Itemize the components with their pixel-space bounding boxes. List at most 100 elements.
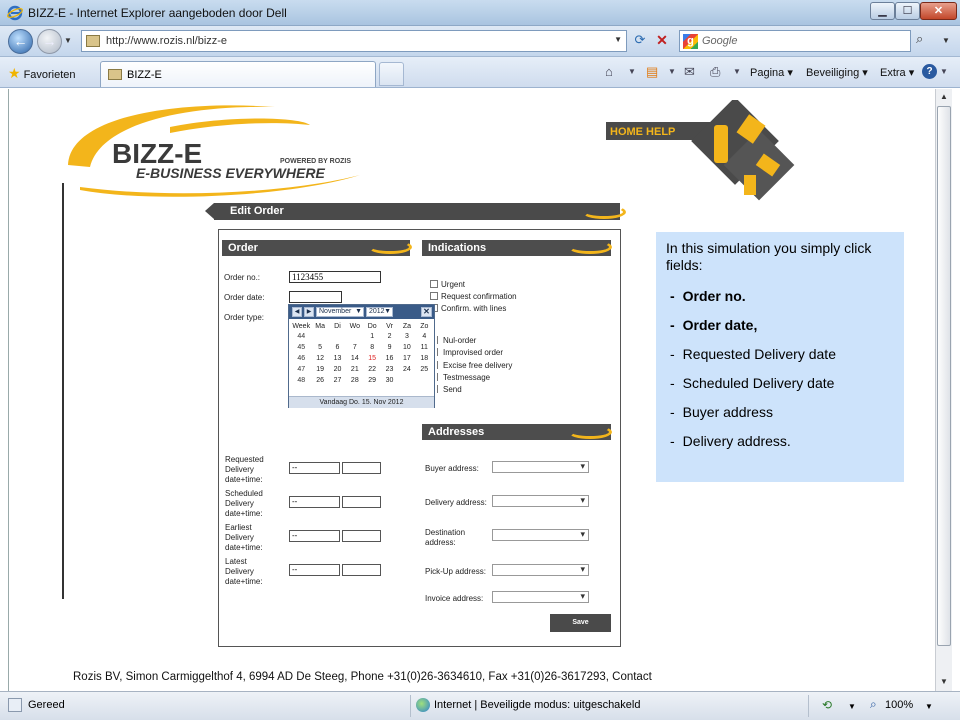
calendar-day[interactable]: 26 [311, 375, 328, 386]
destination-address-select[interactable] [492, 529, 589, 541]
buyer-address-select[interactable] [492, 461, 589, 473]
calendar-day[interactable]: 14 [346, 353, 363, 364]
calendar-day[interactable]: 8 [364, 342, 381, 353]
calendar-day[interactable]: 11 [416, 342, 433, 353]
indication-confirm-with-lines[interactable]: Confirm. with lines [430, 304, 506, 314]
checkbox[interactable] [437, 385, 440, 393]
home-icon[interactable]: ⌂ [605, 64, 613, 79]
calendar-day[interactable]: 7 [346, 342, 363, 353]
indication-nul-order[interactable]: Nul-order [437, 336, 476, 346]
checkbox[interactable] [437, 361, 440, 369]
indication-request-confirmation[interactable]: Request confirmation [430, 292, 517, 302]
stop-icon[interactable]: ✕ [652, 32, 672, 52]
calendar-day[interactable]: 1 [364, 331, 381, 342]
history-dropdown-icon[interactable]: ▼ [64, 36, 72, 45]
home-dropdown-icon[interactable]: ▼ [628, 67, 636, 76]
month-select[interactable]: November ▼ [316, 307, 364, 317]
next-month-icon[interactable]: ▶ [304, 307, 314, 317]
maximize-button[interactable]: ☐ [895, 2, 920, 20]
calendar-day[interactable]: 18 [416, 353, 433, 364]
close-button[interactable]: ✕ [920, 2, 957, 20]
checkbox[interactable] [437, 348, 440, 356]
calendar-day[interactable]: 28 [346, 375, 363, 386]
indication-urgent[interactable]: Urgent [430, 280, 465, 290]
calendar-day[interactable]: 9 [381, 342, 398, 353]
earliest-delivery-time-field[interactable] [342, 530, 381, 542]
calendar-day[interactable]: 21 [346, 364, 363, 375]
page-menu[interactable]: Pagina ▾ [750, 66, 793, 79]
prev-month-icon[interactable]: ◀ [292, 307, 302, 317]
order-no-field[interactable]: 1123455 [289, 271, 381, 283]
latest-delivery-time-field[interactable] [342, 564, 381, 576]
year-select[interactable]: 2012 ▼ [366, 307, 393, 317]
protected-mode-icon[interactable]: ⟲ [822, 698, 832, 712]
today-link[interactable]: Vandaag Do. 15. Nov 2012 [289, 396, 434, 408]
order-date-field[interactable] [289, 291, 342, 303]
calendar-day[interactable]: 10 [398, 342, 415, 353]
save-button[interactable]: Save [550, 614, 611, 632]
calendar-day[interactable]: 23 [381, 364, 398, 375]
search-dropdown-icon[interactable]: ▼ [942, 36, 950, 45]
indication-improvised-order[interactable]: Improvised order [437, 348, 503, 358]
calendar-day[interactable]: 3 [398, 331, 415, 342]
back-button[interactable]: ← [8, 29, 33, 54]
help-icon[interactable]: ? [922, 64, 937, 79]
calendar-day[interactable]: 15 [364, 353, 381, 364]
calendar-day[interactable]: 2 [381, 331, 398, 342]
zoom-level[interactable]: 100% [885, 699, 913, 711]
scrollbar-thumb[interactable] [937, 106, 951, 646]
invoice-address-select[interactable] [492, 591, 589, 603]
scheduled-delivery-time-field[interactable] [342, 496, 381, 508]
calendar-day[interactable]: 12 [311, 353, 328, 364]
delivery-address-select[interactable] [492, 495, 589, 507]
security-menu[interactable]: Beveiliging ▾ [806, 66, 868, 79]
rss-feed-icon[interactable]: ▤ [646, 64, 658, 80]
mail-icon[interactable]: ✉ [684, 64, 695, 80]
scroll-up-icon[interactable]: ▲ [936, 89, 952, 105]
status-dropdown-icon[interactable]: ▼ [848, 702, 856, 711]
earliest-delivery-date-field[interactable]: -- [289, 530, 340, 542]
indication-send[interactable]: Send [437, 385, 462, 395]
zoom-dropdown-icon[interactable]: ▼ [925, 702, 933, 711]
pickup-address-select[interactable] [492, 564, 589, 576]
close-icon[interactable]: ✕ [421, 307, 432, 317]
print-dropdown-icon[interactable]: ▼ [733, 67, 741, 76]
calendar-day[interactable]: 16 [381, 353, 398, 364]
requested-delivery-time-field[interactable] [342, 462, 381, 474]
checkbox[interactable] [437, 336, 440, 344]
new-tab-button[interactable] [379, 62, 404, 86]
extra-menu[interactable]: Extra ▾ [880, 66, 914, 79]
calendar-day[interactable]: 6 [329, 342, 346, 353]
home-help-graphic[interactable]: HOME HELP [606, 100, 816, 210]
calendar-day[interactable]: 5 [311, 342, 328, 353]
calendar-day[interactable]: 27 [329, 375, 346, 386]
address-dropdown-icon[interactable]: ▼ [614, 35, 622, 44]
vertical-scrollbar[interactable]: ▲ ▼ [935, 89, 952, 691]
favorites-button[interactable]: ★ Favorieten [8, 63, 76, 83]
calendar-day[interactable]: 25 [416, 364, 433, 375]
print-icon[interactable]: ⎙ [710, 64, 720, 80]
calendar-day[interactable]: 22 [364, 364, 381, 375]
minimize-button[interactable]: ▁ [870, 2, 895, 20]
calendar-day[interactable]: 20 [329, 364, 346, 375]
forward-button[interactable]: → [37, 29, 62, 54]
address-input[interactable]: http://www.rozis.nl/bizz-e ▼ [81, 30, 627, 52]
checkbox[interactable] [430, 280, 438, 288]
zoom-icon[interactable]: ⌕ [870, 697, 877, 712]
search-input[interactable]: g Google [679, 30, 911, 52]
search-icon[interactable]: ⌕ [916, 31, 923, 47]
calendar-day[interactable]: 17 [398, 353, 415, 364]
scroll-down-icon[interactable]: ▼ [936, 674, 952, 690]
scheduled-delivery-date-field[interactable]: -- [289, 496, 340, 508]
calendar-day[interactable]: 4 [416, 331, 433, 342]
security-zone[interactable]: Internet | Beveiligde modus: uitgeschake… [434, 699, 640, 711]
latest-delivery-date-field[interactable]: -- [289, 564, 340, 576]
help-dropdown-icon[interactable]: ▼ [940, 67, 948, 76]
indication-excise-free[interactable]: Excise free delivery [437, 361, 512, 371]
calendar-day[interactable]: 24 [398, 364, 415, 375]
requested-delivery-date-field[interactable]: -- [289, 462, 340, 474]
tab-bizz-e[interactable]: BIZZ-E [100, 61, 376, 87]
checkbox[interactable] [437, 373, 440, 381]
calendar-day[interactable]: 29 [364, 375, 381, 386]
calendar-day[interactable]: 13 [329, 353, 346, 364]
